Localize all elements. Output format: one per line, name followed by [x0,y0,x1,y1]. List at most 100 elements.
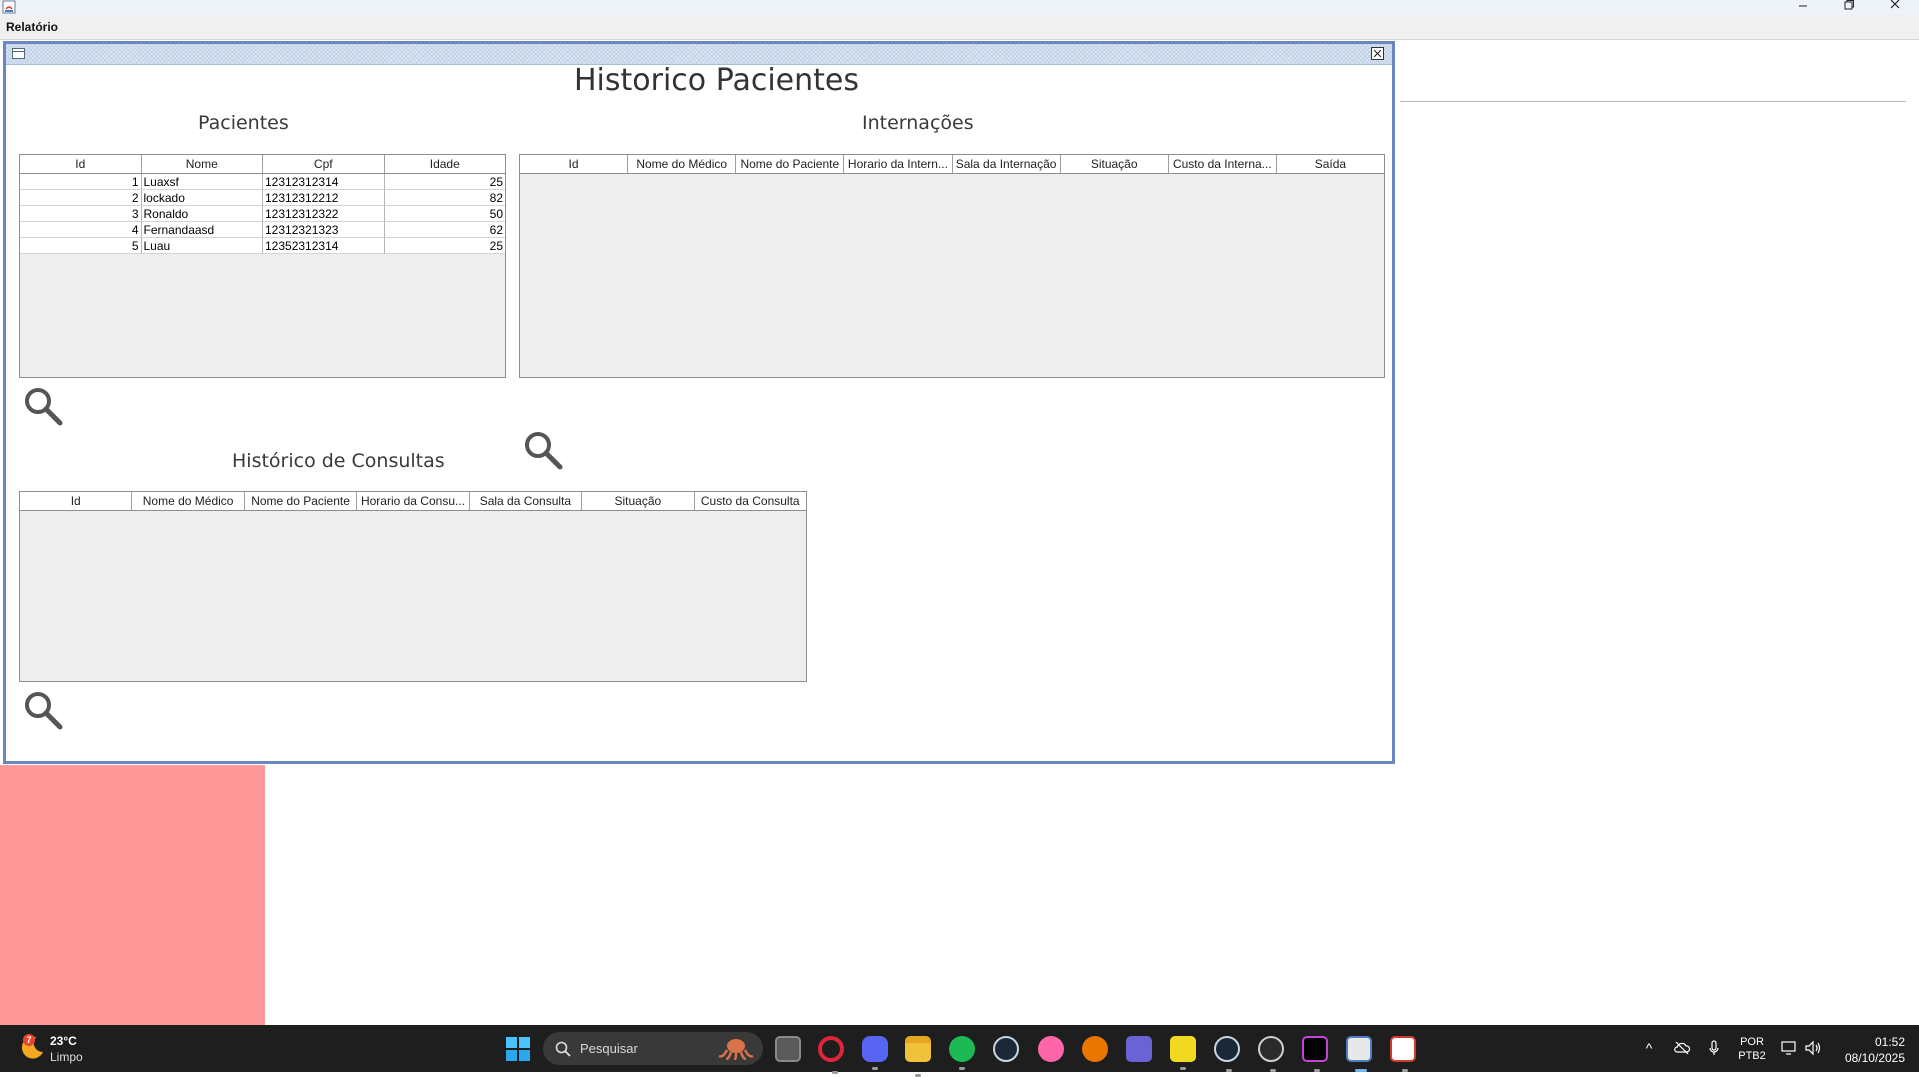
column-header[interactable]: Horario da Intern... [844,155,953,173]
discord-icon[interactable] [862,1036,888,1070]
frame-titlebar[interactable] [6,44,1392,65]
column-header[interactable]: Sala da Consulta [470,492,583,510]
cloud-off-icon[interactable] [1673,1039,1691,1057]
table-cell: 25 [384,238,505,254]
column-header[interactable]: Nome do Paciente [736,155,845,173]
tray-chevron-up-icon[interactable]: ^ [1640,1039,1658,1057]
column-header[interactable]: Saída [1277,155,1384,173]
volume-icon[interactable] [1804,1039,1822,1057]
keyboard-layout: PTB2 [1738,1050,1766,1062]
column-header[interactable]: Cpf [263,155,385,173]
table-cell: 62 [384,222,505,238]
window-titlebar [0,0,1919,15]
weather-condition: Limpo [50,1050,83,1064]
column-header[interactable]: Situação [1061,155,1169,173]
steam-2-icon[interactable] [1214,1036,1240,1072]
table-cell: Luau [141,238,263,254]
search-icon [555,1041,571,1057]
frame-menu-icon[interactable] [12,48,25,59]
notes-icon[interactable] [1126,1036,1152,1062]
search-placeholder: Pesquisar [580,1041,638,1056]
consultas-title: Histórico de Consultas [232,450,445,472]
column-header[interactable]: Custo da Interna... [1169,155,1277,173]
weather-badge: 7 [26,1035,31,1045]
table-cell: 1 [20,174,142,190]
pink-panel [0,765,265,1025]
table-row[interactable]: 4 Fernandaasd 12312321323 62 [20,222,505,238]
file-explorer-icon[interactable] [905,1036,931,1077]
restore-button[interactable] [1829,0,1869,15]
column-header[interactable]: Id [20,492,133,510]
consultas-table[interactable]: Id Nome do Médico Nome do Paciente Horario … [19,491,807,682]
weather-temp: 23°C [50,1034,77,1048]
column-header[interactable]: Nome do Médico [132,492,245,510]
page-title: Historico Pacientes [574,63,859,98]
menu-relatorio[interactable]: Relatório [6,20,58,34]
table-body: 1 Luaxsf 12312312314 25 2 lockado 12312312212 8… [20,174,505,254]
column-header[interactable]: Idade [385,155,506,173]
menu-bar: Relatório [0,15,1919,40]
table-cell: 5 [20,238,142,254]
column-header[interactable]: Custo da Consulta [695,492,806,510]
table-cell: 2 [20,190,142,206]
intellij-icon[interactable] [1302,1036,1328,1072]
language-code: POR [1740,1036,1764,1048]
table-row[interactable]: 3 Ronaldo 12312312322 50 [20,206,505,222]
clock-date: 08/10/2025 [1844,1051,1905,1065]
java-app-icon [2,0,16,14]
spotify-icon[interactable] [949,1036,975,1070]
taskbar-search-box[interactable]: Pesquisar [543,1032,763,1065]
obs-icon[interactable] [1258,1036,1284,1072]
search-consultas-button[interactable] [22,689,66,733]
column-header[interactable]: Sala da Internação [953,155,1061,173]
search-pacientes-button[interactable] [22,385,66,429]
pacientes-table[interactable]: Id Nome Cpf Idade 1 Luaxsf 12312312314 25 2 lock… [19,154,506,378]
column-header[interactable]: Nome do Médico [628,155,737,173]
system-clock[interactable]: 01:52 08/10/2025 [1835,1034,1905,1066]
column-header[interactable]: Situação [582,492,695,510]
column-header[interactable]: Nome do Paciente [245,492,358,510]
frame-close-button[interactable] [1371,47,1384,60]
table-row[interactable]: 2 lockado 12312312212 82 [20,190,505,206]
column-header[interactable]: Nome [142,155,263,173]
task-view-icon[interactable] [775,1036,801,1062]
internacoes-title: Internações [862,112,974,134]
taskbar: 7 23°C Limpo Pesquisar ^ POR PTB2 01:52 … [0,1025,1919,1077]
divider-line [1400,101,1906,102]
internacoes-table[interactable]: Id Nome do Médico Nome do Paciente Horario … [519,154,1385,378]
table-cell: 12312312212 [263,190,385,206]
table-header: Id Nome do Médico Nome do Paciente Horario … [20,492,806,511]
table-cell: 25 [384,174,505,190]
language-indicator[interactable]: POR PTB2 [1737,1035,1767,1063]
steam-icon[interactable] [993,1036,1019,1062]
minimize-button[interactable] [1783,0,1823,15]
microphone-icon[interactable] [1705,1039,1723,1057]
opera-icon[interactable] [818,1036,844,1074]
column-header[interactable]: Id [20,155,142,173]
blender-icon[interactable] [1082,1036,1108,1062]
table-cell: Luaxsf [141,174,263,190]
table-header: Id Nome Cpf Idade [20,155,505,174]
network-icon[interactable] [1780,1039,1798,1057]
todo-icon[interactable] [1170,1036,1196,1070]
weather-moon-icon[interactable]: 7 [18,1033,46,1061]
pacientes-title: Pacientes [198,112,289,134]
table-cell: 3 [20,206,142,222]
osu-icon[interactable] [1038,1036,1064,1062]
table-cell: 12312312314 [263,174,385,190]
java-2-icon[interactable] [1390,1036,1416,1072]
close-window-button[interactable] [1875,0,1915,15]
table-cell: 82 [384,190,505,206]
java-icon[interactable] [1346,1036,1372,1072]
table-header: Id Nome do Médico Nome do Paciente Horario … [520,155,1384,174]
table-cell: Ronaldo [141,206,263,222]
table-row[interactable]: 1 Luaxsf 12312312314 25 [20,174,505,190]
table-row[interactable]: 5 Luau 12352312314 25 [20,238,505,254]
column-header[interactable]: Horario da Consu... [357,492,470,510]
table-cell: lockado [141,190,263,206]
table-cell: 12312312322 [263,206,385,222]
octopus-icon [718,1039,754,1060]
windows-start-icon[interactable] [505,1036,531,1062]
search-internacoes-button[interactable] [522,429,566,473]
column-header[interactable]: Id [520,155,629,173]
